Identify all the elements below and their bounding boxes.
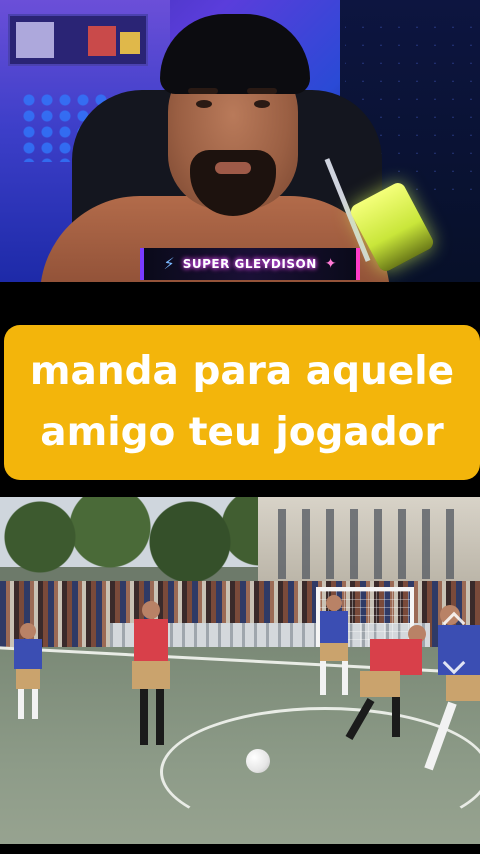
building [258,497,480,589]
player-blue [410,605,480,785]
eye [196,100,212,108]
streamer-mouth [215,162,251,174]
eye [254,100,270,108]
player-red [128,601,174,751]
building-windows [268,509,468,579]
eyebrow [188,88,218,94]
shelf-item [120,32,140,54]
streamer-name-badge: ⚡ SUPER GLEYDISON ✦ [140,248,360,280]
shelf-item [16,22,54,58]
streamer-cap [160,14,310,94]
spark-icon: ✦ [324,256,337,272]
caption-box: manda para aquele amigo teu jogador [4,325,480,480]
eyebrow [247,88,277,94]
webcam-panel: ⚡ SUPER GLEYDISON ✦ [0,0,480,282]
shelf-item [88,26,116,56]
player-blue [8,623,48,723]
football [246,749,270,773]
caption-line-1: manda para aquele [29,349,455,395]
football-video[interactable] [0,497,480,844]
shelf [8,14,148,66]
caption-line-2: amigo teu jogador [40,409,444,455]
lightning-icon: ⚡ [163,254,175,273]
streamer-name: SUPER GLEYDISON [182,257,317,271]
